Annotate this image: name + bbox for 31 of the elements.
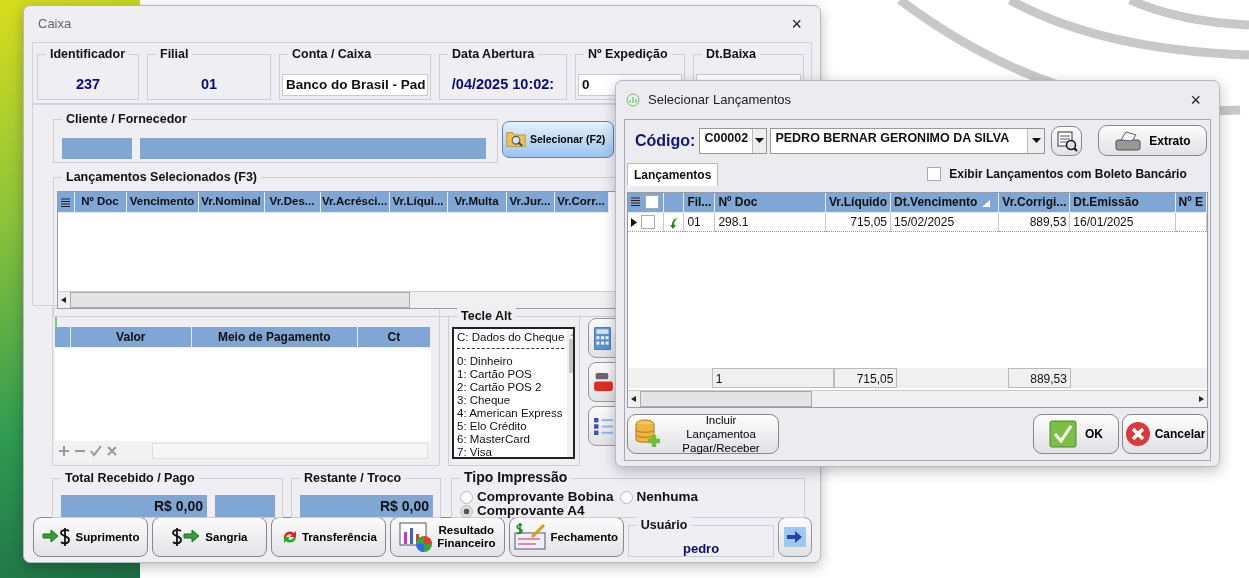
- shortcut-item: 4: American Express: [457, 407, 564, 420]
- shortcut-item: C: Dados do Cheque: [457, 331, 565, 344]
- table-cell: 16/01/2025: [1069, 212, 1176, 232]
- shortcut-item: 6: MasterCard: [457, 433, 531, 446]
- summary-cell: 889,53: [1007, 368, 1071, 389]
- field-value: 237: [74, 75, 102, 95]
- table-cell: 889,53: [998, 212, 1070, 232]
- group-label: Lançamentos Selecionados (F3): [62, 169, 262, 185]
- group-label: Nº Expedição: [584, 46, 672, 62]
- window-title: Caixa: [38, 15, 72, 34]
- user-value: pedro: [683, 542, 720, 556]
- field-value: 01: [199, 75, 219, 95]
- shortcut-item: 1: Cartão POS: [457, 368, 533, 381]
- total-value: R$ 0,00: [300, 495, 433, 517]
- table-cell: 715,05: [825, 212, 891, 232]
- table-cell: 15/02/2025: [890, 212, 999, 232]
- summary-cell: 1: [711, 368, 835, 389]
- code-label: Código:: [635, 130, 696, 151]
- field-value: /04/2025 10:02:: [450, 75, 556, 95]
- shortcut-item: 2: Cartão POS 2: [457, 381, 543, 394]
- total-value: R$ 0,00: [61, 495, 207, 517]
- group-label: Total Recebido / Pago: [61, 470, 199, 486]
- shortcut-item: 0: Dinheiro: [457, 355, 514, 368]
- summary-cell: 715,05: [834, 368, 898, 389]
- shortcut-item: 5: Elo Crédito: [457, 420, 528, 433]
- window-title: Selecionar Lançamentos: [648, 91, 792, 110]
- shortcut-item: 7: Visa: [457, 446, 493, 457]
- group-label: Tipo Impressão: [460, 469, 572, 485]
- shortcut-item: 3: Cheque: [457, 394, 512, 407]
- table-cell: 01: [683, 212, 715, 232]
- table-cell: 298.1: [714, 212, 826, 232]
